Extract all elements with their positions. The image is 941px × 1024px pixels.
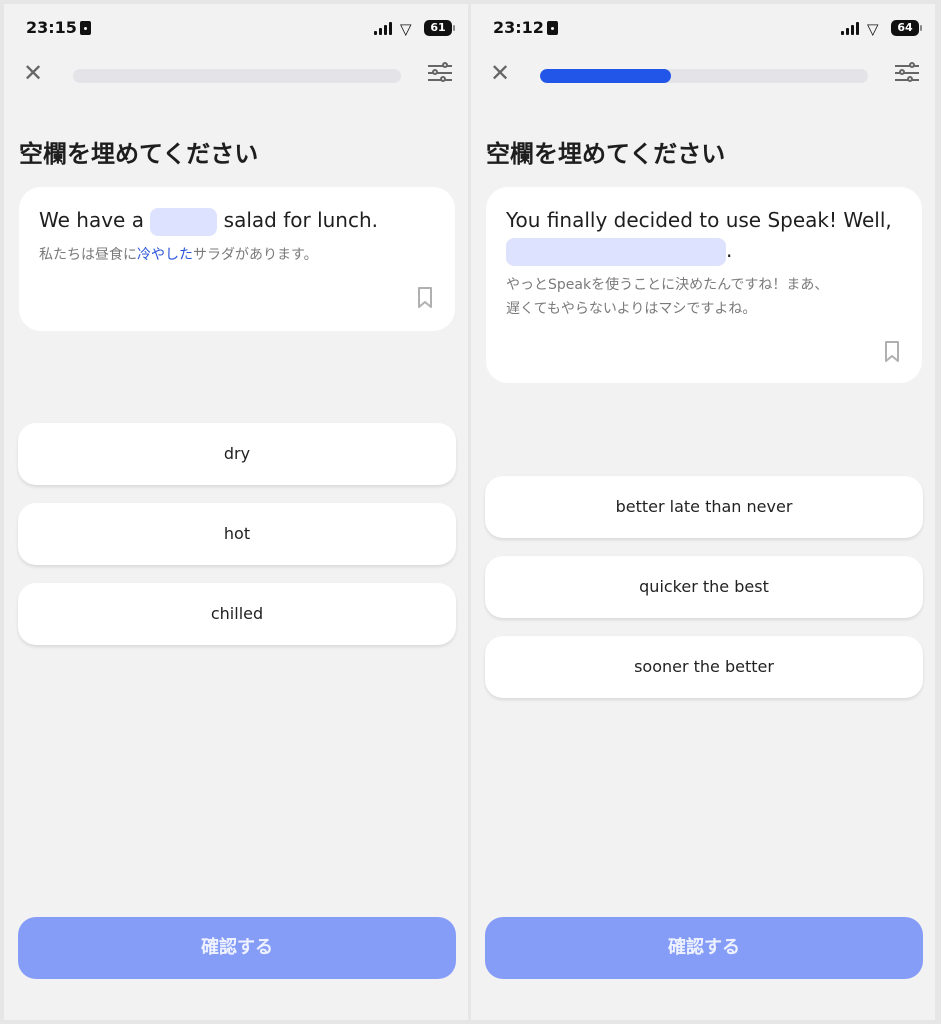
signal-icon [841,22,861,35]
option-button[interactable]: chilled [18,583,456,645]
close-icon[interactable]: ✕ [487,60,513,86]
battery-icon: 64 [891,20,922,36]
translation-line2: 遅くてもやらないよりはマシですよね。 [506,301,757,317]
top-bar: ✕ [471,58,935,94]
progress-bar [540,69,868,83]
top-bar: ✕ [4,58,468,94]
translation-text: やっとSpeakを使うことに決めたんですね！まあ、 遅くてもやらないよりはマシで… [506,273,828,321]
settings-icon[interactable] [895,62,919,84]
translation-before: 私たちは昼食に [39,247,137,263]
sentence-after: salad for lunch. [223,208,379,232]
battery-icon: 61 [424,20,455,36]
translation-text: 私たちは昼食に冷やしたサラダがあります。 [39,243,318,267]
page-title: 空欄を埋めてください [486,140,726,168]
settings-icon[interactable] [428,62,452,84]
option-button[interactable]: dry [18,423,456,485]
progress-bar [73,69,401,83]
lock-icon [547,21,558,35]
confirm-button[interactable]: 確認する [18,917,456,979]
confirm-button[interactable]: 確認する [485,917,923,979]
page-title: 空欄を埋めてください [19,140,259,168]
question-card: We have a salad for lunch. 私たちは昼食に冷やしたサラ… [19,187,455,331]
status-time: 23:12 [493,18,544,37]
lock-icon [80,21,91,35]
question-card: You finally decided to use Speak! Well, … [486,187,922,383]
screenshot-comparison: 23:15 ▽ 61 ✕ 空欄を埋めてください We have a salad … [0,0,941,1024]
option-button[interactable]: better late than never [485,476,923,538]
answer-blank [506,237,726,266]
translation-line1: やっとSpeakを使うことに決めたんですね！まあ、 [506,277,829,293]
wifi-icon: ▽ [867,20,879,38]
option-button[interactable]: quicker the best [485,556,923,618]
question-sentence: You finally decided to use Speak! Well, … [506,205,892,266]
wifi-icon: ▽ [400,20,412,38]
signal-icon [374,22,394,35]
status-bar: 23:12 ▽ 64 [471,18,935,44]
bookmark-icon[interactable] [417,287,433,309]
translation-after: サラダがあります。 [193,247,318,263]
close-icon[interactable]: ✕ [20,60,46,86]
option-button[interactable]: hot [18,503,456,565]
translation-highlight: 冷やした [137,247,193,263]
quiz-screen-right: 23:12 ▽ 64 ✕ 空欄を埋めてください You finally deci… [471,4,935,1020]
status-bar: 23:15 ▽ 61 [4,18,468,44]
status-time: 23:15 [26,18,77,37]
sentence-line1: You finally decided to use Speak! Well, [506,208,892,232]
sentence-line2: . [506,235,892,266]
sentence-after: . [726,238,733,262]
question-sentence: We have a salad for lunch. [39,205,378,236]
answer-blank [150,207,218,236]
progress-fill [540,69,672,83]
option-button[interactable]: sooner the better [485,636,923,698]
sentence-before: We have a [39,208,144,232]
quiz-screen-left: 23:15 ▽ 61 ✕ 空欄を埋めてください We have a salad … [4,4,468,1020]
bookmark-icon[interactable] [884,341,900,363]
